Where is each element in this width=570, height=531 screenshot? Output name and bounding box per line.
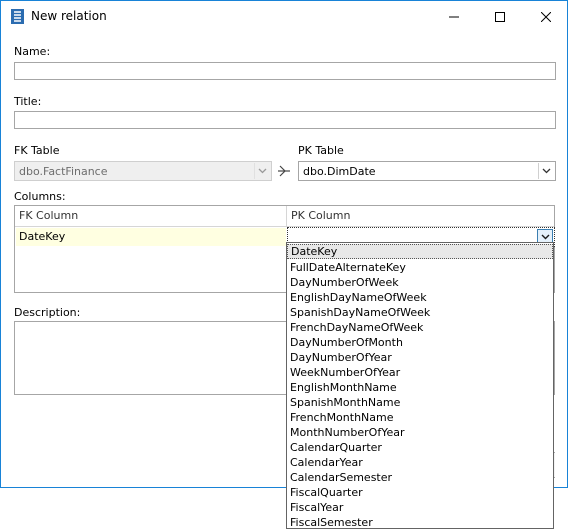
dropdown-option[interactable]: SpanishMonthName	[287, 395, 553, 410]
maximize-button[interactable]	[477, 1, 523, 32]
maximize-icon	[495, 11, 505, 22]
window-title: New relation	[31, 9, 107, 23]
dropdown-option[interactable]: WeekNumberOfYear	[287, 365, 553, 380]
columns-label: Columns:	[14, 190, 66, 203]
fk-table-select[interactable]: dbo.FactFinance	[14, 161, 272, 181]
dropdown-option[interactable]: SpanishDayNameOfWeek	[287, 305, 553, 320]
dropdown-option[interactable]: FullDateAlternateKey	[287, 260, 553, 275]
dropdown-option[interactable]: FiscalQuarter	[287, 485, 553, 500]
dropdown-option[interactable]: CalendarQuarter	[287, 440, 553, 455]
fk-column-cell[interactable]: DateKey	[16, 228, 286, 246]
close-icon	[541, 11, 551, 22]
chevron-down-icon	[538, 163, 554, 179]
dropdown-option[interactable]: FiscalSemester	[287, 515, 553, 528]
dropdown-option[interactable]: CalendarYear	[287, 455, 553, 470]
pk-column-header: PK Column	[291, 209, 351, 222]
dropdown-option[interactable]: FiscalYear	[287, 500, 553, 515]
dropdown-option[interactable]: FrenchDayNameOfWeek	[287, 320, 553, 335]
close-button[interactable]	[523, 1, 569, 32]
fk-column-header: FK Column	[19, 209, 79, 222]
title-input[interactable]	[14, 111, 556, 129]
dropdown-option[interactable]: CalendarSemester	[287, 470, 553, 485]
name-label: Name:	[14, 45, 51, 58]
title-bar[interactable]: New relation	[1, 1, 567, 32]
chevron-down-icon	[254, 163, 270, 179]
minimize-icon	[449, 12, 459, 22]
dropdown-option[interactable]: DateKey	[287, 244, 553, 259]
dropdown-option[interactable]: FrenchMonthName	[287, 410, 553, 425]
name-input[interactable]	[14, 62, 556, 80]
dropdown-option[interactable]: EnglishDayNameOfWeek	[287, 290, 553, 305]
dropdown-option[interactable]: MonthNumberOfYear	[287, 425, 553, 440]
pk-table-label: PK Table	[298, 144, 344, 157]
dropdown-option[interactable]: DayNumberOfWeek	[287, 275, 553, 290]
fk-table-label: FK Table	[14, 144, 60, 157]
dropdown-option[interactable]: DayNumberOfMonth	[287, 335, 553, 350]
dropdown-option[interactable]: EnglishMonthName	[287, 380, 553, 395]
dropdown-option[interactable]: DayNumberOfYear	[287, 350, 553, 365]
fk-table-value: dbo.FactFinance	[19, 165, 108, 178]
relation-arrow-icon	[277, 165, 292, 180]
title-label: Title:	[14, 95, 42, 108]
pk-table-select[interactable]: dbo.DimDate	[298, 161, 556, 181]
minimize-button[interactable]	[431, 1, 477, 32]
pk-table-value: dbo.DimDate	[303, 165, 376, 178]
database-icon	[11, 9, 24, 24]
pk-column-dropdown-list[interactable]: DateKey FullDateAlternateKey DayNumberOfWe…	[286, 242, 554, 529]
description-label: Description:	[14, 306, 81, 319]
